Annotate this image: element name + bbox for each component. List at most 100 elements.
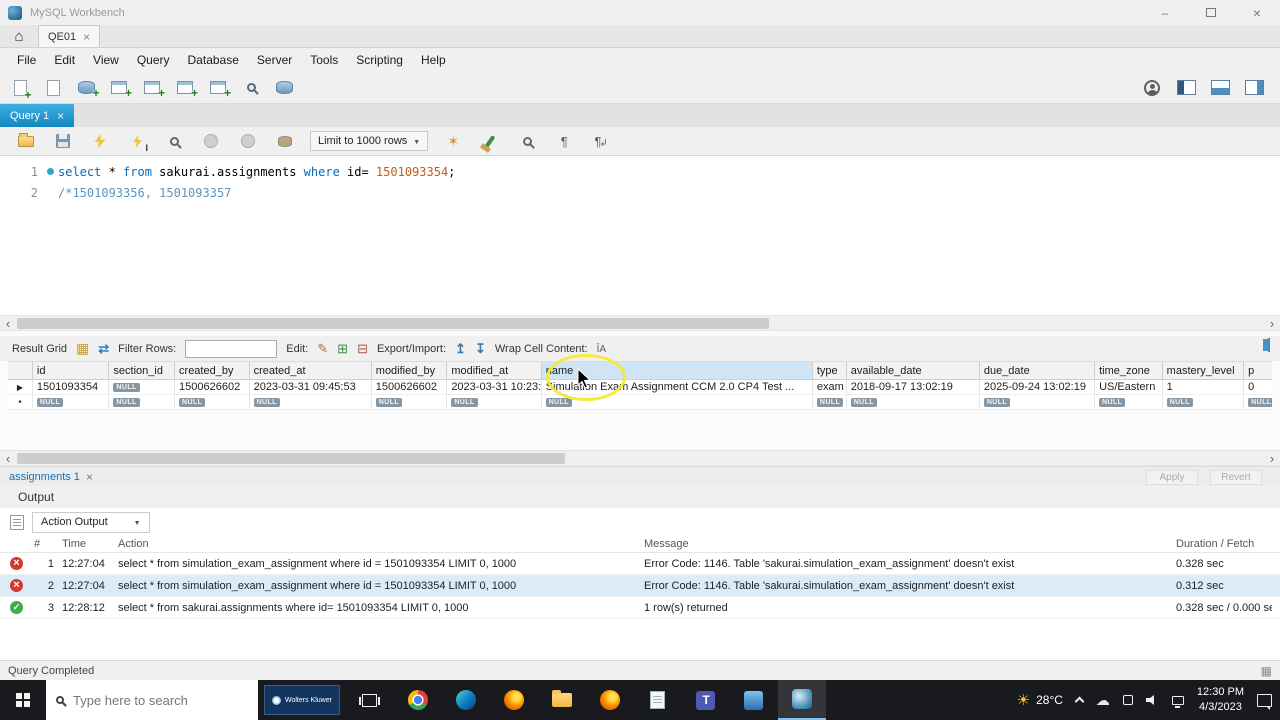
result-set-tab[interactable]: assignments 1 — [0, 470, 102, 484]
column-header-type[interactable]: type — [812, 361, 847, 380]
menu-server[interactable]: Server — [248, 49, 301, 71]
result-set-tab-close-icon[interactable] — [86, 470, 93, 484]
import-icon[interactable] — [475, 341, 486, 357]
column-header-p[interactable]: p — [1244, 361, 1273, 380]
new-query-tab-button[interactable] — [8, 76, 32, 102]
account-button[interactable] — [1140, 76, 1164, 100]
toggle-word-wrap-button[interactable] — [589, 129, 613, 153]
column-header-modified-by[interactable]: modified_by — [371, 361, 448, 380]
open-script-button[interactable] — [41, 76, 65, 100]
close-button[interactable] — [1234, 0, 1280, 25]
create-table-button[interactable] — [107, 76, 132, 100]
cell-modified-at[interactable]: NULL — [447, 395, 542, 410]
column-header-modified-at[interactable]: modified_at — [447, 361, 542, 380]
export-icon[interactable] — [455, 341, 466, 357]
beautify-script-button[interactable] — [441, 129, 465, 153]
cell-modified-by[interactable]: NULL — [371, 395, 448, 410]
column-header-created-at[interactable]: created_at — [249, 361, 372, 380]
menu-file[interactable]: File — [8, 49, 45, 71]
connection-tab-close-icon[interactable] — [83, 30, 90, 44]
menu-help[interactable]: Help — [412, 49, 455, 71]
clear-query-button[interactable] — [478, 129, 502, 153]
column-header-mastery-level[interactable]: mastery_level — [1162, 361, 1245, 380]
onedrive-cloud-icon[interactable] — [1096, 692, 1110, 709]
filter-rows-input[interactable] — [185, 339, 278, 358]
create-procedure-button[interactable] — [173, 76, 198, 100]
firefox-button[interactable] — [490, 680, 538, 720]
mysql-workbench-taskbar-button[interactable] — [777, 680, 826, 720]
cell-name[interactable]: Simulation Exam Assignment CCM 2.0 CP4 T… — [541, 380, 813, 395]
scroll-left-icon[interactable] — [0, 316, 16, 330]
row-limit-dropdown[interactable]: Limit to 1000 rows — [310, 131, 429, 151]
taskbar-search[interactable] — [46, 680, 258, 720]
output-row[interactable]: 1 12:27:04 select * from simulation_exam… — [0, 553, 1280, 575]
cell-created-by[interactable]: 1500626602 — [175, 380, 250, 395]
cell-name[interactable]: NULL — [541, 395, 813, 410]
column-header-time-zone[interactable]: time_zone — [1095, 361, 1163, 380]
connection-tab[interactable]: QE01 — [38, 25, 101, 47]
maximize-button[interactable] — [1188, 0, 1234, 25]
speaker-icon[interactable] — [1145, 695, 1154, 705]
cell-time-zone[interactable]: NULL — [1095, 395, 1163, 410]
toggle-stop-on-error-button[interactable] — [236, 129, 260, 153]
cell-available-date[interactable]: NULL — [846, 395, 980, 410]
column-header-name[interactable]: name — [541, 361, 813, 380]
toggle-invisibles-button[interactable] — [552, 129, 576, 153]
apply-button[interactable]: Apply — [1146, 470, 1198, 485]
menu-tools[interactable]: Tools — [301, 49, 347, 71]
row-marker-icon[interactable] — [8, 380, 33, 395]
firefox-2-button[interactable] — [586, 680, 634, 720]
query-tab-close-icon[interactable] — [57, 109, 64, 123]
menu-edit[interactable]: Edit — [45, 49, 84, 71]
cell-type[interactable]: exam — [812, 380, 847, 395]
sql-editor[interactable]: 1 select * from sakurai.assignments wher… — [0, 156, 1280, 315]
column-header-due-date[interactable]: due_date — [979, 361, 1096, 380]
home-tab[interactable] — [0, 25, 38, 47]
output-mode-dropdown[interactable]: Action Output — [32, 511, 150, 533]
toggle-sidebar-button[interactable] — [1174, 76, 1198, 100]
column-header-available-date[interactable]: available_date — [846, 361, 980, 380]
wolters-kluwer-widget[interactable]: Wolters Kluwer — [264, 685, 340, 715]
cell-id[interactable]: 1501093354 — [32, 380, 110, 395]
save-script-button[interactable] — [51, 129, 75, 153]
cell-mastery-level[interactable]: NULL — [1162, 395, 1245, 410]
menu-database[interactable]: Database — [179, 49, 248, 71]
cell-available-date[interactable]: 2018-09-17 13:02:19 — [846, 380, 980, 395]
cell-p[interactable]: NULL — [1244, 395, 1273, 410]
menu-scripting[interactable]: Scripting — [347, 49, 412, 71]
scrollbar-thumb[interactable] — [17, 318, 769, 329]
insert-row-icon[interactable] — [337, 341, 348, 357]
cell-created-by[interactable]: NULL — [175, 395, 250, 410]
create-schema-button[interactable] — [74, 76, 100, 100]
column-header-section-id[interactable]: section_id — [109, 361, 176, 380]
cell-id[interactable]: NULL — [32, 395, 110, 410]
query-tab[interactable]: Query 1 — [0, 104, 75, 127]
cell-time-zone[interactable]: US/Eastern — [1095, 380, 1163, 395]
revert-button[interactable]: Revert — [1210, 470, 1262, 485]
taskbar-clock[interactable]: 12:30 PM 4/3/2023 — [1197, 685, 1244, 715]
minimize-button[interactable] — [1142, 0, 1188, 25]
grid-view-icon[interactable] — [76, 340, 89, 357]
open-file-button[interactable] — [14, 129, 38, 153]
cell-type[interactable]: NULL — [812, 395, 847, 410]
execute-button[interactable] — [88, 129, 112, 153]
cell-due-date[interactable]: 2025-09-24 13:02:19 — [979, 380, 1096, 395]
file-explorer-button[interactable] — [538, 680, 586, 720]
editor-horizontal-scrollbar[interactable] — [0, 315, 1280, 331]
cell-section-id[interactable]: NULL — [109, 380, 176, 395]
cell-due-date[interactable]: NULL — [979, 395, 1096, 410]
scrollbar-thumb[interactable] — [17, 453, 565, 464]
toggle-output-button[interactable] — [1208, 76, 1232, 100]
cell-created-at[interactable]: 2023-03-31 09:45:53 — [249, 380, 372, 395]
refresh-icon[interactable] — [98, 341, 109, 357]
usb-tray-icon[interactable] — [1122, 695, 1133, 705]
result-panel-toggle-button[interactable] — [1268, 338, 1270, 352]
blue-app-button[interactable] — [730, 680, 778, 720]
edit-cell-icon[interactable] — [317, 341, 328, 357]
teams-button[interactable] — [682, 680, 730, 720]
menu-query[interactable]: Query — [128, 49, 179, 71]
column-header-created-by[interactable]: created_by — [175, 361, 250, 380]
scroll-right-icon[interactable] — [1264, 451, 1280, 465]
explain-plan-button[interactable] — [162, 129, 186, 153]
output-row[interactable]: 2 12:27:04 select * from simulation_exam… — [0, 575, 1280, 597]
